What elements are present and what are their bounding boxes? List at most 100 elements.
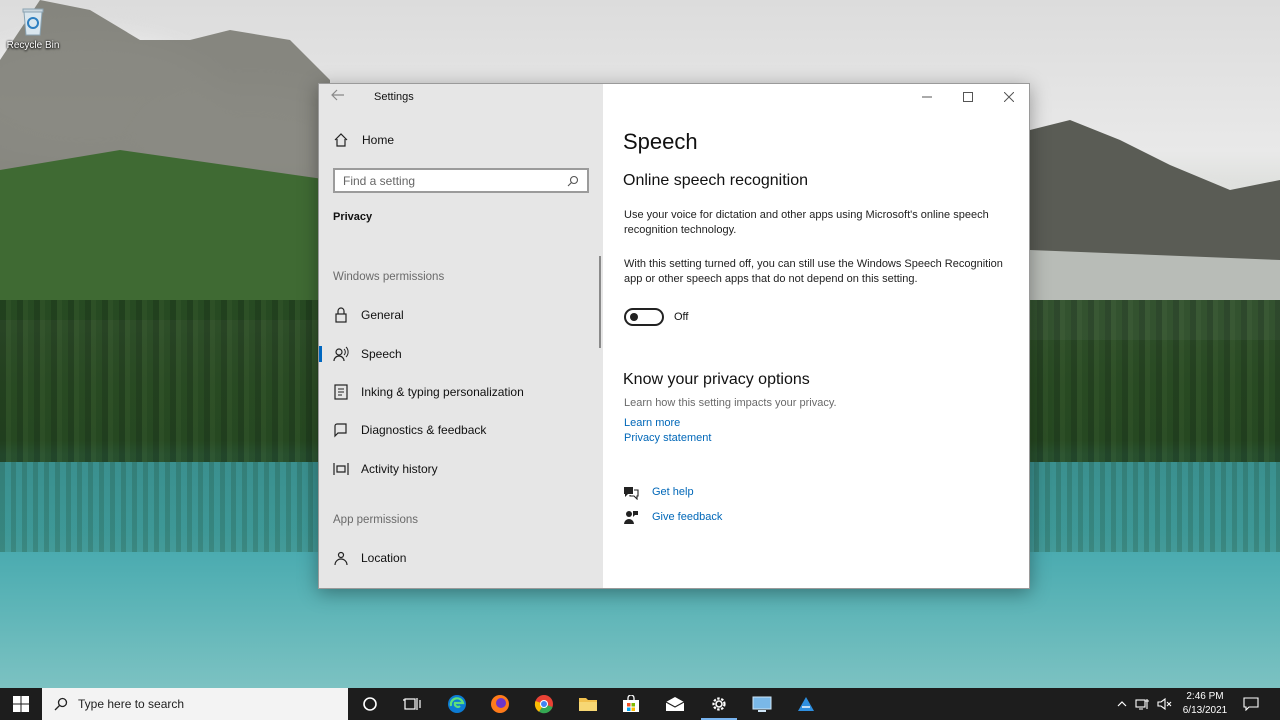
sidebar: Settings Home Find a setting Privacy Win… [319, 84, 603, 588]
back-button[interactable] [331, 88, 351, 106]
content-pane: Speech Online speech recognition Use you… [603, 84, 1029, 588]
get-help-label: Get help [652, 486, 694, 498]
home-icon [333, 132, 349, 148]
section-title-privacy-options: Know your privacy options [623, 371, 810, 388]
edge-icon [448, 695, 466, 713]
sidebar-item-diagnostics[interactable]: Diagnostics & feedback [319, 415, 603, 445]
taskbar: Type here to search 2:46 PM 6/13/2021 [0, 688, 1280, 720]
window-title: Settings [374, 91, 414, 103]
recycle-bin[interactable]: Recycle Bin [4, 6, 62, 51]
speech-icon [333, 346, 349, 362]
maximize-button[interactable] [947, 84, 988, 110]
sidebar-scrollbar[interactable] [599, 256, 601, 348]
remote-desktop-icon [752, 696, 772, 712]
activity-history-icon [333, 461, 349, 477]
section-title-privacy: Privacy [333, 211, 373, 223]
taskbar-search-box[interactable]: Type here to search [42, 688, 348, 720]
task-view-icon [403, 698, 421, 710]
sidebar-item-label: General [361, 308, 404, 322]
dev-tool-button[interactable] [784, 688, 828, 720]
recycle-bin-label: Recycle Bin [6, 40, 60, 51]
network-icon [1135, 699, 1149, 710]
sidebar-item-label: Location [361, 551, 407, 565]
minimize-button[interactable] [906, 84, 947, 110]
task-view-button[interactable] [390, 688, 434, 720]
find-setting-input[interactable]: Find a setting [333, 168, 589, 193]
file-explorer-button[interactable] [566, 688, 610, 720]
dev-tool-icon [798, 697, 814, 711]
clock-time: 2:46 PM [1186, 691, 1224, 702]
window-controls [906, 84, 1029, 110]
taskbar-clock[interactable]: 2:46 PM 6/13/2021 [1180, 690, 1230, 718]
chevron-up-icon [1117, 701, 1127, 707]
start-button[interactable] [0, 688, 42, 720]
close-icon [1003, 92, 1014, 102]
page-title: Speech [623, 129, 698, 154]
online-speech-toggle[interactable] [624, 308, 664, 326]
online-speech-note: With this setting turned off, you can st… [624, 258, 1003, 285]
back-arrow-icon [331, 89, 344, 101]
section-title-online-speech: Online speech recognition [623, 172, 809, 189]
get-help-link[interactable]: Get help [623, 484, 694, 501]
firefox-icon [491, 695, 509, 713]
give-feedback-icon [623, 509, 639, 525]
close-button[interactable] [988, 84, 1029, 110]
remote-desktop-button[interactable] [740, 688, 784, 720]
give-feedback-label: Give feedback [652, 511, 723, 523]
notification-icon [1243, 697, 1259, 711]
volume-button[interactable] [1154, 688, 1176, 720]
online-speech-description: Use your voice for dictation and other a… [624, 209, 989, 236]
get-help-icon [623, 484, 639, 501]
search-icon [567, 175, 579, 186]
location-icon [333, 550, 349, 566]
find-setting-placeholder: Find a setting [343, 173, 416, 188]
sidebar-item-home[interactable]: Home [333, 132, 394, 148]
edge-button[interactable] [435, 688, 479, 720]
home-label: Home [362, 133, 395, 147]
sidebar-item-inking-typing[interactable]: Inking & typing personalization [319, 377, 603, 407]
windows-logo-icon [13, 696, 29, 712]
store-button[interactable] [609, 688, 653, 720]
search-icon [54, 697, 68, 711]
group-app-permissions: App permissions [333, 514, 419, 526]
recycle-bin-icon [20, 6, 46, 36]
sidebar-item-label: Activity history [361, 462, 438, 476]
chrome-button[interactable] [522, 688, 566, 720]
firefox-button[interactable] [478, 688, 522, 720]
sidebar-item-general[interactable]: General [319, 300, 603, 330]
mail-icon [665, 697, 685, 711]
settings-taskbar-button[interactable] [697, 688, 741, 720]
sidebar-item-activity-history[interactable]: Activity history [319, 454, 603, 484]
inking-icon [333, 384, 349, 400]
clock-date: 6/13/2021 [1182, 705, 1228, 716]
lock-icon [333, 307, 349, 323]
maximize-icon [962, 92, 973, 102]
minimize-icon [921, 96, 932, 98]
toggle-state-label: Off [674, 311, 689, 323]
gear-icon [712, 697, 726, 711]
mail-button[interactable] [653, 688, 697, 720]
taskbar-search-placeholder: Type here to search [78, 697, 185, 711]
privacy-statement-link[interactable]: Privacy statement [624, 432, 711, 444]
cortana-icon [363, 697, 377, 711]
sidebar-item-label: Inking & typing personalization [361, 385, 524, 399]
volume-muted-icon [1157, 697, 1172, 711]
chrome-icon [534, 695, 553, 714]
sidebar-item-label: Speech [361, 347, 402, 361]
store-icon [623, 695, 639, 712]
show-hidden-icons-button[interactable] [1112, 688, 1132, 720]
give-feedback-link[interactable]: Give feedback [623, 509, 722, 525]
toggle-knob [630, 313, 638, 321]
group-windows-permissions: Windows permissions [333, 271, 445, 283]
learn-more-link[interactable]: Learn more [624, 417, 680, 429]
diagnostics-icon [333, 422, 349, 438]
sidebar-item-speech[interactable]: Speech [319, 339, 603, 369]
network-button[interactable] [1132, 688, 1154, 720]
sidebar-item-location[interactable]: Location [319, 543, 603, 573]
sidebar-item-label: Diagnostics & feedback [361, 423, 487, 437]
privacy-options-description: Learn how this setting impacts your priv… [624, 397, 837, 409]
settings-window: Settings Home Find a setting Privacy Win… [318, 83, 1030, 589]
folder-icon [579, 698, 597, 711]
cortana-button[interactable] [348, 688, 392, 720]
action-center-button[interactable] [1236, 688, 1266, 720]
